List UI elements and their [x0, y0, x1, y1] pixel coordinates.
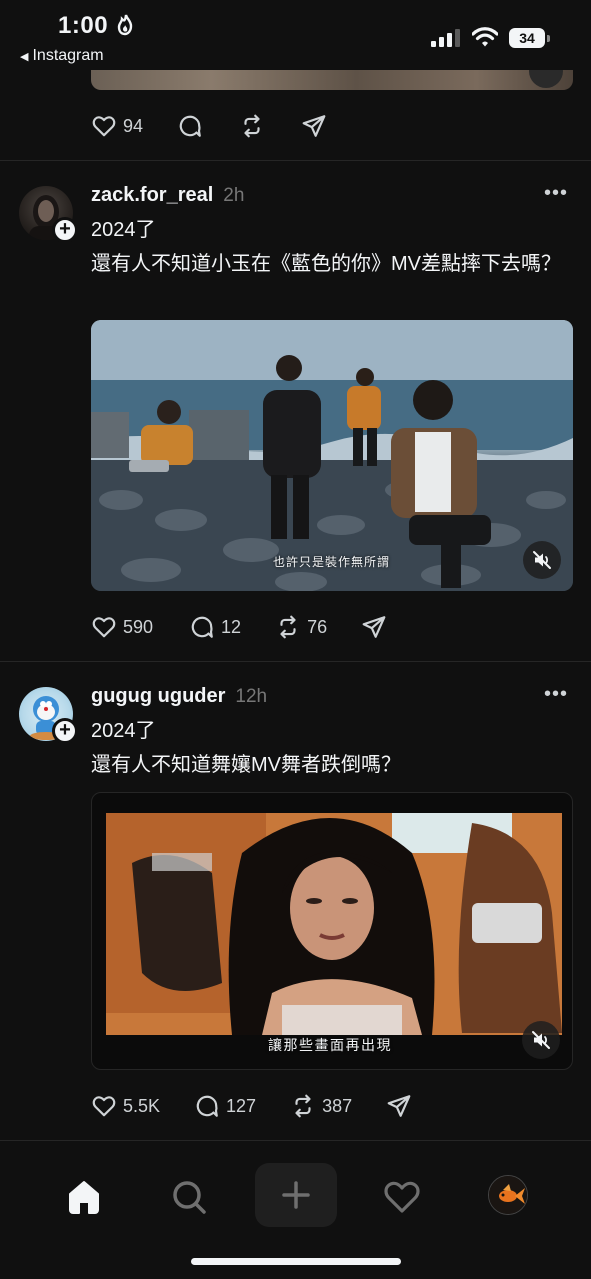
- heart-icon: [92, 1096, 116, 1117]
- reply-button[interactable]: 127: [194, 1093, 256, 1119]
- comment-icon: [191, 616, 213, 638]
- profile-avatar-goldfish: [489, 1176, 527, 1214]
- like-button[interactable]: 94: [91, 113, 143, 139]
- repost-button[interactable]: 76: [275, 614, 327, 640]
- battery-nub: [547, 35, 550, 42]
- reply-button[interactable]: 12: [189, 614, 241, 640]
- like-count: 94: [123, 115, 144, 136]
- repost-button[interactable]: 387: [290, 1093, 352, 1119]
- post-divider: [0, 661, 591, 662]
- more-horizontal-icon: •••: [544, 683, 569, 705]
- like-count: 590: [123, 616, 154, 637]
- reply-button[interactable]: [177, 113, 203, 139]
- back-triangle-icon: ◀: [20, 51, 29, 63]
- create-icon: [282, 1181, 310, 1209]
- status-bar: 1:00 ◀ Instagram 34: [0, 0, 591, 70]
- send-icon: [362, 616, 386, 638]
- activity-heart-icon: [384, 1181, 420, 1213]
- like-button[interactable]: 590: [91, 614, 153, 640]
- nav-profile[interactable]: [488, 1175, 528, 1215]
- search-icon: [173, 1181, 206, 1214]
- wifi-icon: [472, 27, 498, 47]
- video-frame-beach-band: [91, 320, 573, 591]
- repost-icon: [295, 1094, 311, 1118]
- send-icon: [302, 115, 326, 137]
- flame-icon: [117, 14, 133, 36]
- back-to-instagram[interactable]: ◀ Instagram: [20, 47, 104, 65]
- post-time: 12h: [235, 686, 268, 707]
- reply-count: 12: [221, 616, 242, 637]
- heart-icon: [92, 116, 116, 137]
- follow-plus-button[interactable]: +: [52, 217, 78, 243]
- post-video[interactable]: 也許只是裝作無所謂: [91, 320, 573, 591]
- back-label: Instagram: [32, 47, 104, 64]
- speaker-muted-icon: [532, 1031, 550, 1049]
- send-icon: [387, 1095, 411, 1117]
- post-divider: [0, 160, 591, 161]
- more-horizontal-icon: •••: [544, 182, 569, 204]
- post-text: 2024了 還有人不知道舞孃MV舞者跌倒嗎？: [91, 720, 401, 776]
- comment-icon: [179, 115, 201, 137]
- repost-count: 76: [307, 616, 328, 637]
- like-count: 5.5K: [123, 1095, 161, 1116]
- share-button[interactable]: [361, 614, 387, 640]
- home-indicator[interactable]: [191, 1258, 401, 1265]
- nav-activity[interactable]: [372, 1167, 432, 1227]
- share-button[interactable]: [301, 113, 327, 139]
- speaker-muted-icon: [533, 551, 551, 569]
- repost-icon: [280, 615, 296, 639]
- repost-count: 387: [322, 1095, 353, 1116]
- post-video[interactable]: 讓那些畫面再出現: [91, 792, 573, 1070]
- status-time: 1:00: [58, 12, 109, 39]
- heart-icon: [92, 617, 116, 638]
- home-icon: [69, 1181, 99, 1214]
- cellular-signal-icon: [431, 29, 460, 47]
- comment-icon: [196, 1095, 218, 1117]
- previous-post-actions: 94: [91, 111, 353, 141]
- username-text[interactable]: gugug uguder: [91, 685, 225, 707]
- username-text[interactable]: zack.for_real: [91, 184, 213, 206]
- follow-plus-button[interactable]: +: [52, 718, 78, 744]
- video-subtitle: 也許只是裝作無所謂: [273, 555, 391, 569]
- post-username[interactable]: gugug uguder 12h: [91, 685, 267, 708]
- nav-create[interactable]: [255, 1163, 337, 1227]
- like-button[interactable]: 5.5K: [91, 1093, 160, 1119]
- battery-level: 34: [509, 28, 545, 48]
- mute-button[interactable]: [522, 1021, 560, 1059]
- post-actions: 590 12 76: [91, 612, 413, 642]
- reply-count: 127: [226, 1095, 257, 1116]
- battery-indicator: 34: [509, 28, 551, 48]
- post-text: 2024了 還有人不知道小玉在《藍色的你》MV差點摔下去嗎？: [91, 219, 561, 275]
- nav-search[interactable]: [159, 1167, 219, 1227]
- post-divider: [0, 1140, 591, 1141]
- nav-home[interactable]: [54, 1167, 114, 1227]
- post-time: 2h: [223, 185, 245, 206]
- share-button[interactable]: [386, 1093, 412, 1119]
- video-frame-dancer: [106, 813, 562, 1035]
- more-options-button[interactable]: •••: [544, 182, 568, 205]
- post-username[interactable]: zack.for_real 2h: [91, 184, 244, 207]
- more-options-button[interactable]: •••: [544, 683, 568, 706]
- video-subtitle: 讓那些畫面再出現: [268, 1038, 392, 1054]
- repost-icon: [244, 114, 260, 138]
- post-actions: 5.5K 127 387: [91, 1091, 438, 1121]
- repost-button[interactable]: [239, 113, 265, 139]
- mute-button[interactable]: [523, 541, 561, 579]
